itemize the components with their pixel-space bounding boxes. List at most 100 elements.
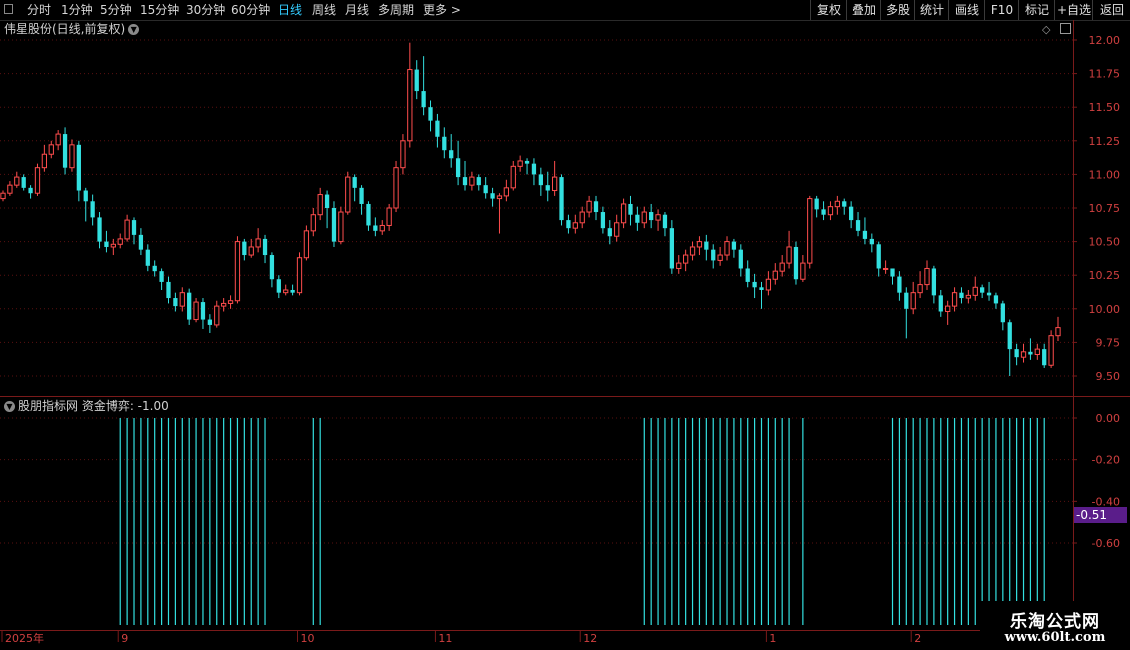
candle — [793, 241, 799, 285]
candle-body — [620, 203, 627, 224]
candle-body — [90, 201, 95, 218]
watermark: 乐淘公式网 www.60lt.com — [980, 601, 1130, 650]
candle — [704, 234, 709, 261]
candle — [187, 288, 192, 325]
price-tick-label: 9.75 — [1096, 336, 1121, 349]
candle — [910, 281, 916, 315]
candle-body — [104, 241, 109, 247]
candle — [469, 171, 475, 191]
candle-body — [262, 238, 268, 256]
candle-body — [807, 198, 813, 264]
candle — [110, 238, 116, 256]
candle-body — [745, 268, 750, 282]
candle — [869, 233, 874, 253]
candle — [904, 287, 909, 339]
candle-body — [41, 153, 48, 169]
indicator-name-label: 股朋指标网 资金博弈: -1.00 — [18, 399, 169, 413]
candle — [572, 214, 578, 234]
candle — [90, 194, 95, 226]
candle — [62, 127, 68, 175]
indicator-grid — [0, 417, 1073, 544]
candle — [317, 187, 323, 221]
candle — [55, 130, 61, 151]
candle — [855, 212, 861, 237]
candle — [628, 195, 633, 226]
chart-area[interactable]: 12.00 11.75 11.50 11.25 11.00 10.75 10.50 10.25… — [0, 0, 1130, 650]
candle-body — [869, 238, 874, 245]
candle-body — [173, 298, 178, 307]
candle-body — [559, 177, 564, 221]
candle-body — [193, 301, 199, 321]
candle-body — [166, 281, 171, 299]
candle-body — [242, 241, 247, 256]
candle — [779, 255, 785, 277]
candle-body — [980, 287, 985, 293]
candle-body — [214, 305, 220, 326]
candle — [641, 206, 647, 229]
candle-body — [897, 276, 902, 293]
candle — [676, 255, 682, 274]
candle — [993, 292, 999, 309]
candle — [696, 236, 703, 256]
candle-body — [455, 158, 461, 178]
candle-body — [676, 262, 682, 269]
candle — [21, 174, 26, 191]
candle — [531, 158, 537, 186]
candle — [959, 287, 964, 304]
candle — [807, 195, 813, 269]
candle — [41, 144, 48, 172]
candle-body — [938, 295, 943, 312]
panel-divider[interactable] — [0, 396, 1130, 397]
candle — [1000, 300, 1005, 331]
candle — [931, 265, 937, 304]
candle — [386, 203, 392, 231]
candle — [655, 209, 661, 231]
candle — [545, 171, 550, 202]
candle-body — [331, 208, 337, 242]
price-tick-label: 10.75 — [1089, 202, 1121, 215]
candle-body — [248, 246, 254, 256]
candle — [559, 174, 564, 226]
candle-body — [628, 203, 633, 215]
candle-body — [986, 292, 992, 296]
candle-body — [862, 230, 868, 239]
candle-body — [187, 292, 192, 320]
candle-body — [476, 177, 481, 186]
candle-body — [951, 292, 958, 307]
candle-body — [821, 209, 826, 215]
candle-body — [607, 228, 612, 237]
candle-body — [352, 177, 357, 188]
candle — [283, 284, 289, 296]
candle-body — [993, 295, 999, 304]
candle — [821, 201, 826, 221]
candle-body — [724, 241, 730, 256]
candle-body — [931, 268, 937, 296]
candle-body — [683, 254, 689, 264]
candle — [421, 56, 426, 116]
indicator-panel-title[interactable]: ▼ 股朋指标网 资金博弈: -1.00 — [4, 398, 169, 414]
candle — [14, 171, 20, 188]
candle-body — [717, 254, 723, 261]
candle-body — [131, 220, 137, 235]
candle-body — [538, 174, 543, 186]
candle — [166, 276, 171, 304]
candle — [366, 201, 371, 231]
candle — [131, 217, 137, 245]
candle — [1034, 343, 1040, 360]
candle-body — [400, 140, 406, 169]
indicator-axis: 0.00-0.20-0.40-0.60 — [1073, 412, 1120, 550]
candle-body — [152, 265, 157, 272]
price-tick-label: 10.25 — [1089, 269, 1121, 282]
candle — [717, 246, 723, 266]
candle — [862, 217, 868, 245]
candle-body — [469, 176, 475, 186]
candle-body — [876, 244, 881, 269]
price-tick-label: 11.25 — [1089, 135, 1121, 148]
candle — [593, 195, 599, 221]
candle — [0, 190, 6, 202]
chevron-down-icon[interactable]: ▼ — [4, 401, 15, 412]
candle — [83, 187, 88, 222]
candle — [972, 276, 978, 301]
candle — [324, 190, 330, 229]
candle-body — [696, 241, 703, 248]
